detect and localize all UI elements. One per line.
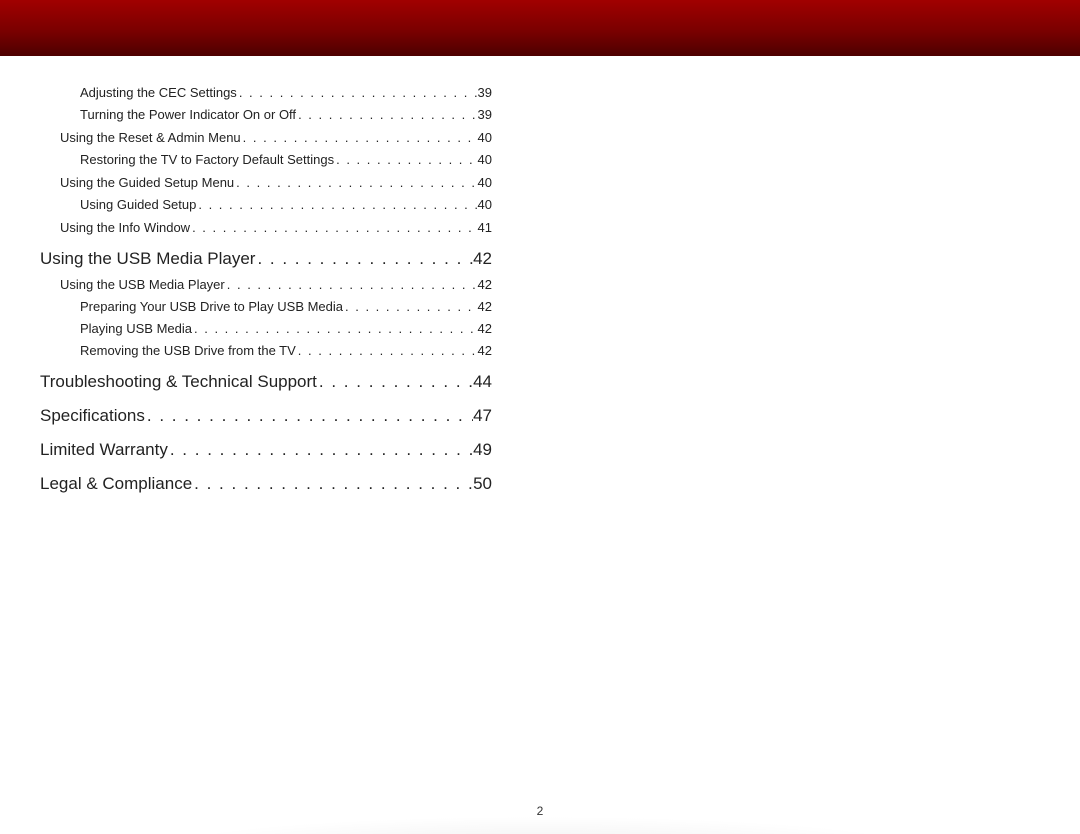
toc-entry-page: 40 <box>478 175 492 190</box>
toc-entry-title: Using the Info Window <box>60 220 190 235</box>
toc-entry: Using the Reset & Admin Menu. . . . . . … <box>40 130 492 145</box>
toc-entry: Using the USB Media Player. . . . . . . … <box>40 249 492 269</box>
toc-entry: Turning the Power Indicator On or Off. .… <box>40 107 492 122</box>
toc-entry-page: 42 <box>478 299 492 314</box>
toc-entry-page: 40 <box>478 152 492 167</box>
toc-entry-page: 44 <box>473 372 492 392</box>
toc-entry: Specifications. . . . . . . . . . . . . … <box>40 406 492 426</box>
toc-dot-leader: . . . . . . . . . . . . . . . . . . . . … <box>296 107 477 122</box>
toc-column: Adjusting the CEC Settings. . . . . . . … <box>40 78 492 496</box>
toc-entry: Using the Info Window. . . . . . . . . .… <box>40 220 492 235</box>
toc-entry-page: 41 <box>478 220 492 235</box>
toc-entry: Legal & Compliance. . . . . . . . . . . … <box>40 474 492 494</box>
toc-entry: Using the Guided Setup Menu. . . . . . .… <box>40 175 492 190</box>
toc-entry-page: 42 <box>478 277 492 292</box>
toc-dot-leader: . . . . . . . . . . . . . . . . . . . . … <box>296 343 478 358</box>
toc-entry-page: 47 <box>473 406 492 426</box>
toc-entry-title: Playing USB Media <box>80 321 192 336</box>
toc-entry-title: Legal & Compliance <box>40 474 192 494</box>
toc-dot-leader: . . . . . . . . . . . . . . . . . . . . … <box>196 197 477 212</box>
toc-entry-title: Limited Warranty <box>40 440 168 460</box>
toc-dot-leader: . . . . . . . . . . . . . . . . . . . . … <box>145 406 473 426</box>
toc-dot-leader: . . . . . . . . . . . . . . . . . . . . … <box>255 249 473 269</box>
toc-dot-leader: . . . . . . . . . . . . . . . . . . . . … <box>190 220 477 235</box>
toc-entry: Troubleshooting & Technical Support. . .… <box>40 372 492 392</box>
toc-entry-page: 39 <box>478 85 492 100</box>
toc-entry-title: Preparing Your USB Drive to Play USB Med… <box>80 299 343 314</box>
toc-entry: Removing the USB Drive from the TV. . . … <box>40 343 492 358</box>
toc-dot-leader: . . . . . . . . . . . . . . . . . . . . … <box>192 474 473 494</box>
toc-entry-title: Removing the USB Drive from the TV <box>80 343 296 358</box>
toc-entry: Adjusting the CEC Settings. . . . . . . … <box>40 85 492 100</box>
toc-entry: Preparing Your USB Drive to Play USB Med… <box>40 299 492 314</box>
toc-entry-page: 39 <box>478 107 492 122</box>
header-banner <box>0 0 1080 56</box>
toc-entry-title: Using Guided Setup <box>80 197 196 212</box>
toc-dot-leader: . . . . . . . . . . . . . . . . . . . . … <box>237 85 478 100</box>
toc-entry-title: Using the USB Media Player <box>40 249 255 269</box>
toc-entry: Restoring the TV to Factory Default Sett… <box>40 152 492 167</box>
toc-entry: Playing USB Media. . . . . . . . . . . .… <box>40 321 492 336</box>
toc-entry: Limited Warranty. . . . . . . . . . . . … <box>40 440 492 460</box>
toc-dot-leader: . . . . . . . . . . . . . . . . . . . . … <box>234 175 477 190</box>
toc-dot-leader: . . . . . . . . . . . . . . . . . . . . … <box>192 321 478 336</box>
toc-entry-title: Turning the Power Indicator On or Off <box>80 107 296 122</box>
toc-entry-title: Restoring the TV to Factory Default Sett… <box>80 152 334 167</box>
toc-entry-title: Using the Reset & Admin Menu <box>60 130 241 145</box>
toc-entry-page: 40 <box>478 197 492 212</box>
toc-dot-leader: . . . . . . . . . . . . . . . . . . . . … <box>241 130 478 145</box>
toc-entry-page: 50 <box>473 474 492 494</box>
toc-entry-title: Adjusting the CEC Settings <box>80 85 237 100</box>
toc-dot-leader: . . . . . . . . . . . . . . . . . . . . … <box>317 372 473 392</box>
toc-entry-page: 42 <box>478 343 492 358</box>
toc-entry-page: 40 <box>478 130 492 145</box>
toc-entry-title: Using the Guided Setup Menu <box>60 175 234 190</box>
toc-entry-title: Troubleshooting & Technical Support <box>40 372 317 392</box>
toc-dot-leader: . . . . . . . . . . . . . . . . . . . . … <box>225 277 478 292</box>
toc-dot-leader: . . . . . . . . . . . . . . . . . . . . … <box>168 440 473 460</box>
toc-entry-page: 49 <box>473 440 492 460</box>
toc-entry-page: 42 <box>478 321 492 336</box>
toc-dot-leader: . . . . . . . . . . . . . . . . . . . . … <box>334 152 477 167</box>
toc-entry-title: Using the USB Media Player <box>60 277 225 292</box>
toc-entry-page: 42 <box>473 249 492 269</box>
toc-entry: Using Guided Setup. . . . . . . . . . . … <box>40 197 492 212</box>
toc-dot-leader: . . . . . . . . . . . . . . . . . . . . … <box>343 299 478 314</box>
toc-entry: Using the USB Media Player. . . . . . . … <box>40 277 492 292</box>
page-number: 2 <box>0 804 1080 818</box>
toc-entry-title: Specifications <box>40 406 145 426</box>
